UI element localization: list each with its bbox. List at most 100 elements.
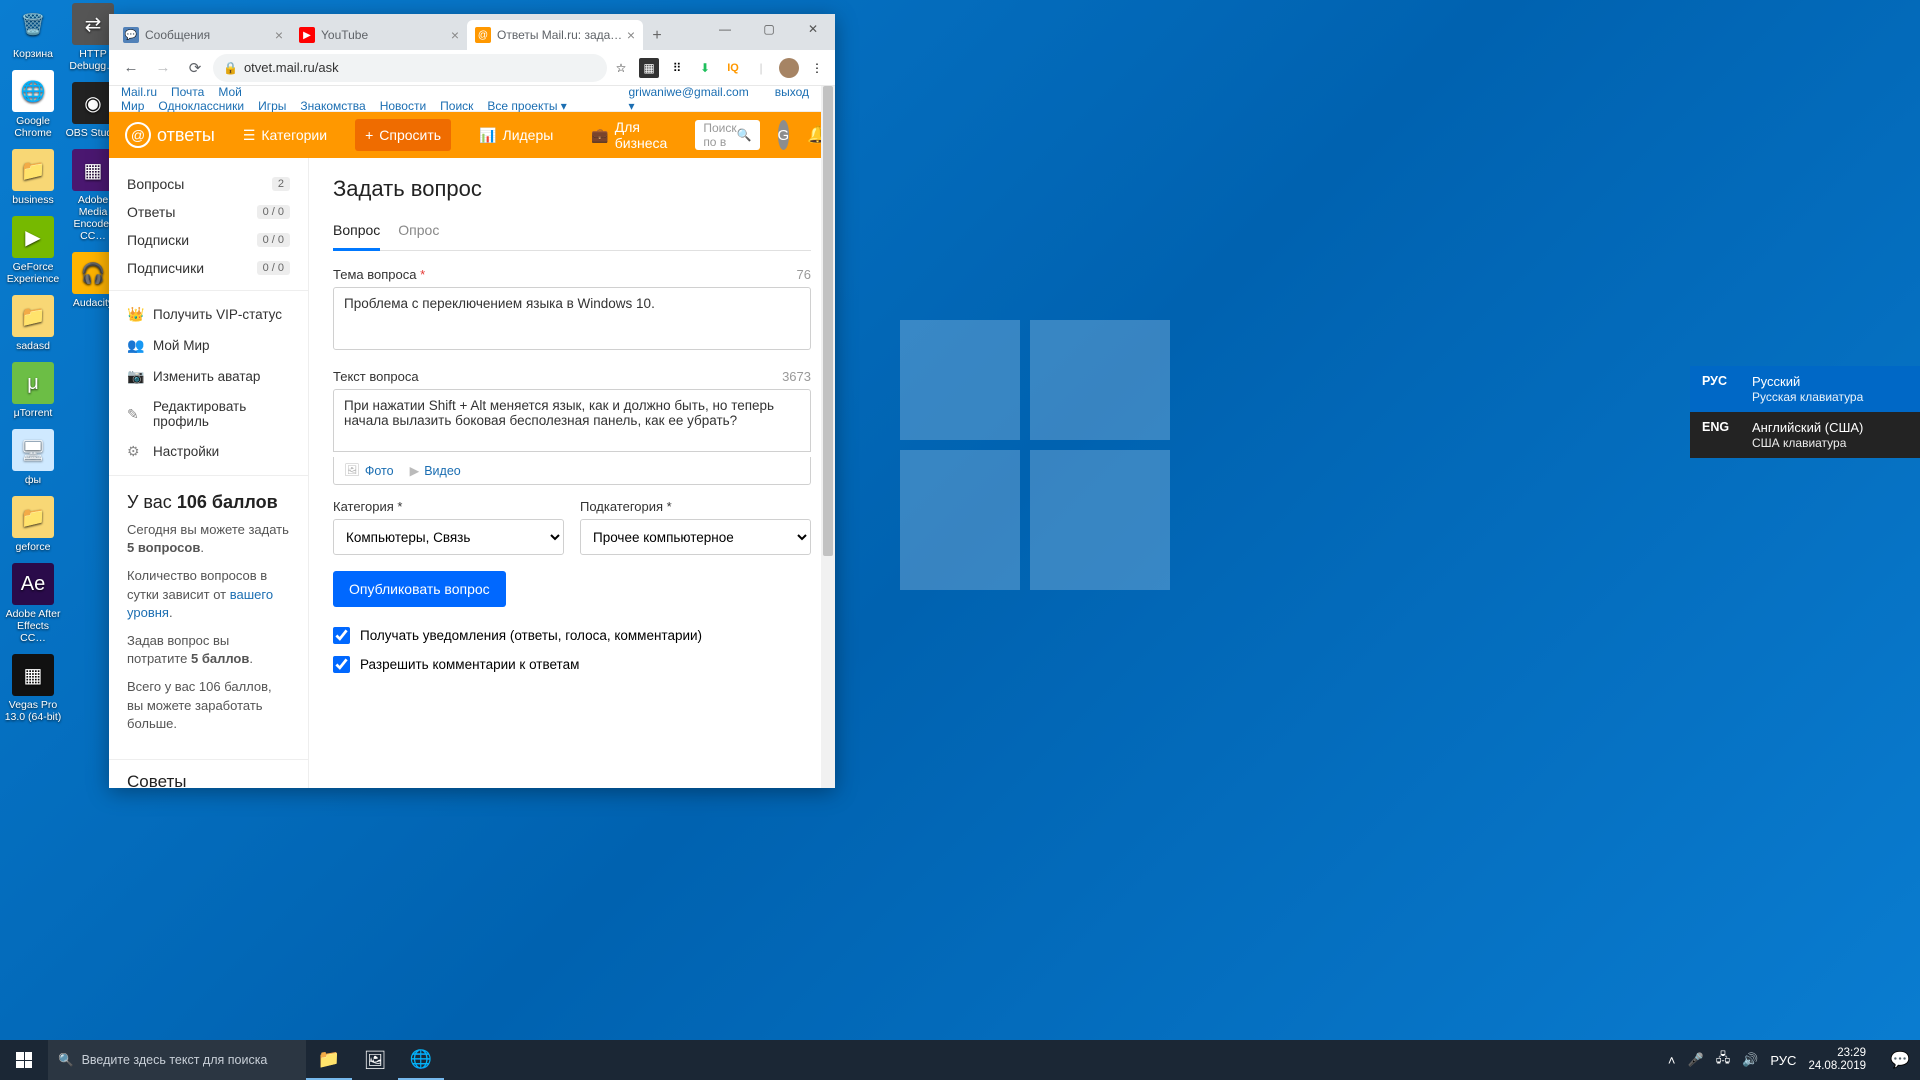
topnav-link[interactable]: Все проекты ▾: [487, 99, 566, 113]
taskbar-search[interactable]: 🔍 Введите здесь текст для поиска: [48, 1040, 306, 1080]
browser-window: 💬Сообщения×▶YouTube×@Ответы Mail.ru: зад…: [109, 14, 835, 788]
desktop-icon[interactable]: 📁sadasd: [3, 295, 63, 352]
comments-label: Разрешить комментарии к ответам: [360, 657, 579, 672]
level-link[interactable]: вашего уровня: [127, 587, 273, 620]
taskbar-app-unknown[interactable]: 🖼: [352, 1040, 398, 1080]
action-icon: ✎: [127, 406, 143, 423]
sidebar-action-edit-profile[interactable]: ✎Редактировать профиль: [109, 392, 308, 436]
attach-video[interactable]: ▶Видео: [410, 463, 461, 478]
topnav-link[interactable]: Поиск: [440, 99, 473, 113]
tray-chevron-icon[interactable]: ˄: [1668, 1053, 1676, 1068]
sidebar-item[interactable]: Подписчики0 / 0: [109, 254, 308, 282]
tab-close-icon[interactable]: ×: [627, 27, 635, 43]
star-icon[interactable]: ☆: [611, 58, 631, 78]
sidebar-item[interactable]: Ответы0 / 0: [109, 198, 308, 226]
chart-icon: 📊: [479, 127, 496, 144]
desktop-icon[interactable]: 🌐Google Chrome: [3, 70, 63, 139]
otvety-logo[interactable]: @ответы: [125, 122, 215, 148]
taskbar-clock[interactable]: 23:29 24.08.2019: [1808, 1047, 1872, 1073]
score-line-2: Количество вопросов в сутки зависит от в…: [127, 567, 290, 622]
topnav-link[interactable]: Одноклассники: [158, 99, 244, 113]
category-select[interactable]: Компьютеры, Связь: [333, 519, 564, 555]
page-title: Задать вопрос: [333, 176, 811, 202]
desktop-icon[interactable]: AeAdobe After Effects CC…: [3, 563, 63, 644]
close-button[interactable]: ✕: [791, 14, 835, 44]
subcategory-select[interactable]: Прочее компьютерное: [580, 519, 811, 555]
tab-question[interactable]: Вопрос: [333, 216, 380, 251]
desktop-icon[interactable]: 📁business: [3, 149, 63, 206]
desktop-icon[interactable]: 🖥фы: [3, 429, 63, 486]
browser-tab[interactable]: 💬Сообщения×: [115, 20, 291, 50]
reload-button[interactable]: ⟳: [181, 54, 209, 82]
back-button[interactable]: ←: [117, 54, 145, 82]
topic-count: 76: [797, 267, 811, 282]
ext-icon-2[interactable]: ⠿: [667, 58, 687, 78]
sidebar: Вопросы2Ответы0 / 0Подписки0 / 0Подписчи…: [109, 158, 309, 788]
address-bar: ← → ⟳ 🔒 otvet.mail.ru/ask ☆ ▦ ⠿ ⬇ IQ | ⋮: [109, 50, 835, 86]
topnav-link[interactable]: Mail.ru: [121, 85, 157, 99]
logout-link[interactable]: выход: [775, 85, 809, 113]
sidebar-action-settings[interactable]: ⚙Настройки: [109, 436, 308, 467]
maximize-button[interactable]: ▢: [747, 14, 791, 44]
desktop-icon[interactable]: 📁geforce: [3, 496, 63, 553]
header-search[interactable]: Поиск по в 🔍: [695, 120, 759, 150]
tray-network-icon[interactable]: 🖧: [1716, 1049, 1731, 1071]
comments-checkbox[interactable]: [333, 656, 350, 673]
desktop-icon[interactable]: μμTorrent: [3, 362, 63, 419]
url-input[interactable]: 🔒 otvet.mail.ru/ask: [213, 54, 607, 82]
tab-close-icon[interactable]: ×: [451, 27, 459, 43]
forward-button[interactable]: →: [149, 54, 177, 82]
browser-tab[interactable]: ▶YouTube×: [291, 20, 467, 50]
divider: |: [751, 58, 771, 78]
desktop-icon[interactable]: 🗑️Корзина: [3, 3, 63, 60]
ext-icon-1[interactable]: ▦: [639, 58, 659, 78]
desktop-icon[interactable]: ▦Vegas Pro 13.0 (64-bit): [3, 654, 63, 723]
tray-volume-icon[interactable]: 🔊: [1742, 1052, 1758, 1068]
action-center-button[interactable]: 💬: [1880, 1040, 1920, 1080]
topnav-link[interactable]: Игры: [258, 99, 286, 113]
topnav-link[interactable]: Знакомства: [300, 99, 365, 113]
publish-button[interactable]: Опубликовать вопрос: [333, 571, 506, 607]
new-tab-button[interactable]: +: [643, 22, 671, 50]
advice-heading: Советы: [109, 768, 308, 788]
user-email[interactable]: griwaniwe@gmail.com ▾: [629, 85, 749, 113]
sidebar-action-my-world[interactable]: 👥Мой Мир: [109, 330, 308, 361]
topnav-link[interactable]: Почта: [171, 85, 204, 99]
taskbar-app-chrome[interactable]: 🌐: [398, 1040, 444, 1080]
tab-poll[interactable]: Опрос: [398, 216, 439, 250]
main-area: Задать вопрос Вопрос Опрос Тема вопроса …: [309, 158, 835, 788]
sidebar-item[interactable]: Подписки0 / 0: [109, 226, 308, 254]
attach-photo[interactable]: 🖼Фото: [344, 463, 394, 478]
topic-label: Тема вопроса *: [333, 267, 425, 282]
notify-checkbox[interactable]: [333, 627, 350, 644]
lang-option[interactable]: ENGАнглийский (США)США клавиатура: [1690, 412, 1920, 458]
sidebar-action-vip-status[interactable]: 👑Получить VIP-статус: [109, 299, 308, 330]
taskbar: 🔍 Введите здесь текст для поиска 📁 🖼 🌐 ˄…: [0, 1040, 1920, 1080]
desktop-icon[interactable]: ▶GeForce Experience: [3, 216, 63, 285]
text-input[interactable]: При нажатии Shift + Alt меняется язык, к…: [333, 389, 811, 452]
topnav-link[interactable]: Новости: [380, 99, 426, 113]
sidebar-action-change-avatar[interactable]: 📷Изменить аватар: [109, 361, 308, 392]
menu-button[interactable]: ⋮: [807, 58, 827, 78]
tray-mic-icon[interactable]: 🎤: [1688, 1052, 1704, 1068]
ext-icon-3[interactable]: ⬇: [695, 58, 715, 78]
tab-close-icon[interactable]: ×: [275, 27, 283, 43]
tray-language[interactable]: РУС: [1770, 1053, 1796, 1068]
ext-icon-iq[interactable]: IQ: [723, 58, 743, 78]
leaders-button[interactable]: 📊 Лидеры: [469, 119, 563, 152]
browser-scrollbar[interactable]: [821, 86, 835, 788]
briefcase-icon: 💼: [591, 127, 608, 144]
user-avatar[interactable]: G: [778, 120, 790, 150]
sidebar-item[interactable]: Вопросы2: [109, 170, 308, 198]
browser-tab[interactable]: @Ответы Mail.ru: задать вопрос×: [467, 20, 643, 50]
categories-button[interactable]: ☰ Категории: [233, 119, 337, 152]
topic-input[interactable]: Проблема с переключением языка в Windows…: [333, 287, 811, 350]
lang-option[interactable]: РУСРусскийРусская клавиатура: [1690, 366, 1920, 412]
ask-button[interactable]: + Спросить: [355, 119, 451, 151]
business-button[interactable]: 💼 Для бизнеса: [581, 111, 677, 159]
profile-avatar[interactable]: [779, 58, 799, 78]
minimize-button[interactable]: —: [703, 14, 747, 44]
start-button[interactable]: [0, 1040, 48, 1080]
taskbar-app-explorer[interactable]: 📁: [306, 1040, 352, 1080]
text-label: Текст вопроса: [333, 369, 419, 384]
